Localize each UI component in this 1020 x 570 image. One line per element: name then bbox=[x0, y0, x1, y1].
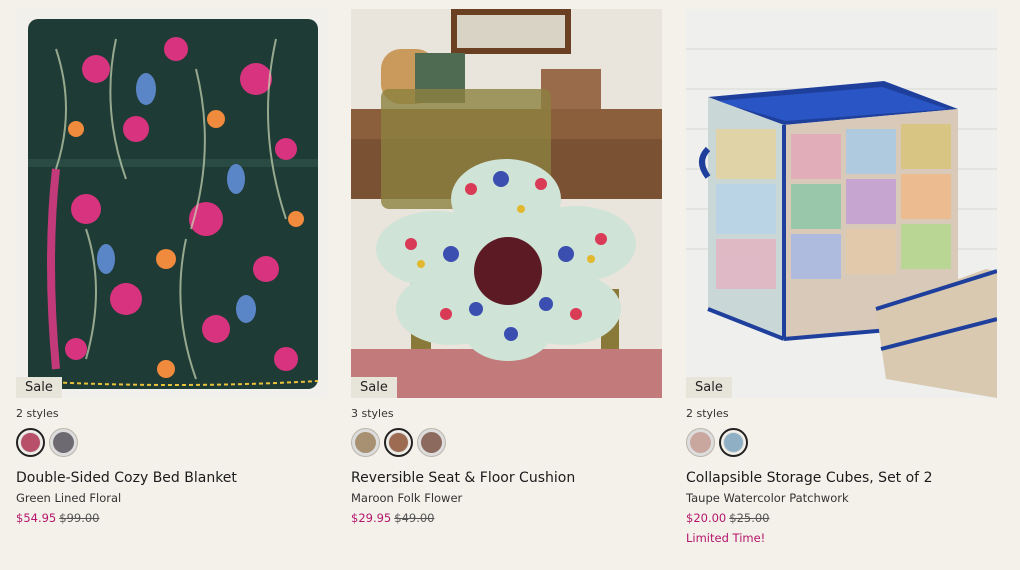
product-image-blanket[interactable]: Sale bbox=[16, 9, 327, 398]
blanket-photo bbox=[16, 9, 327, 398]
product-grid: Sale 2 styles Double-Sided Cozy Bed Blan… bbox=[16, 9, 1020, 569]
product-variant: Green Lined Floral bbox=[16, 491, 122, 505]
swatch-maroon-folk[interactable] bbox=[384, 428, 413, 457]
original-price: $49.00 bbox=[394, 511, 435, 525]
product-name[interactable]: Double-Sided Cozy Bed Blanket bbox=[16, 469, 327, 487]
sale-price: $29.95 bbox=[351, 511, 392, 525]
original-price: $25.00 bbox=[729, 511, 770, 525]
product-name[interactable]: Collapsible Storage Cubes, Set of 2 bbox=[686, 469, 997, 487]
sale-badge: Sale bbox=[16, 377, 62, 398]
sale-badge: Sale bbox=[351, 377, 397, 398]
swatch-grey-floral[interactable] bbox=[49, 428, 78, 457]
product-card[interactable]: Sale 3 styles Reversible Seat & Floor Cu… bbox=[351, 9, 662, 526]
swatch-red-patchwork[interactable] bbox=[686, 428, 715, 457]
product-variant: Taupe Watercolor Patchwork bbox=[686, 491, 849, 505]
cushion-photo bbox=[351, 9, 662, 398]
swatch-taupe-watercolor[interactable] bbox=[719, 428, 748, 457]
styles-count: 2 styles bbox=[16, 407, 59, 420]
price-row: $20.00 $25.00 bbox=[686, 511, 997, 526]
styles-count: 3 styles bbox=[351, 407, 394, 420]
storage-cube-photo bbox=[686, 9, 997, 398]
original-price: $99.00 bbox=[59, 511, 100, 525]
swatch-tan-floral[interactable] bbox=[351, 428, 380, 457]
promo-label: Limited Time! bbox=[686, 531, 766, 545]
product-image-cushion[interactable]: Sale bbox=[351, 9, 662, 398]
style-swatches bbox=[16, 428, 327, 459]
product-card[interactable]: Sale 2 styles Collapsible Storage Cubes,… bbox=[686, 9, 997, 546]
style-swatches bbox=[686, 428, 997, 459]
product-variant: Maroon Folk Flower bbox=[351, 491, 463, 505]
swatch-pink-floral[interactable] bbox=[16, 428, 45, 457]
sale-price: $54.95 bbox=[16, 511, 57, 525]
style-swatches bbox=[351, 428, 662, 459]
price-row: $29.95 $49.00 bbox=[351, 511, 662, 526]
product-image-storage-cubes[interactable]: Sale bbox=[686, 9, 997, 398]
product-card[interactable]: Sale 2 styles Double-Sided Cozy Bed Blan… bbox=[16, 9, 327, 526]
swatch-brown-floral[interactable] bbox=[417, 428, 446, 457]
price-row: $54.95 $99.00 bbox=[16, 511, 327, 526]
product-name[interactable]: Reversible Seat & Floor Cushion bbox=[351, 469, 662, 487]
sale-badge: Sale bbox=[686, 377, 732, 398]
styles-count: 2 styles bbox=[686, 407, 729, 420]
sale-price: $20.00 bbox=[686, 511, 727, 525]
